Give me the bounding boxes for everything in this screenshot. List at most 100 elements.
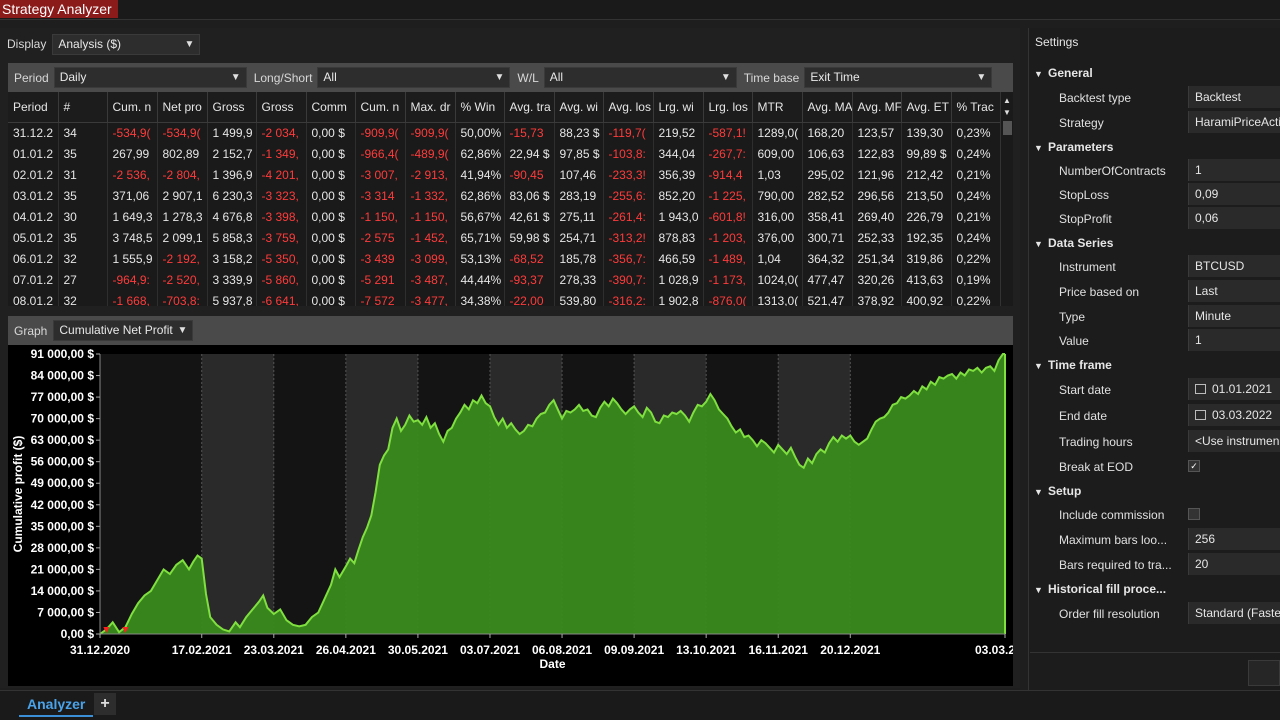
prop-name: Order fill resolution xyxy=(1059,607,1160,621)
prop-value[interactable]: 03.03.2022 xyxy=(1188,404,1280,426)
grid-column-header[interactable]: MTR xyxy=(752,92,803,123)
calendar-icon[interactable] xyxy=(1195,410,1206,420)
grid-column-header[interactable]: % Trac xyxy=(951,92,1001,123)
grid-column-header[interactable]: Avg. ET xyxy=(901,92,952,123)
table-row[interactable]: 04.01.2 30 1 649,3 1 278,3 4 676,8 -3 398, 0,0… xyxy=(8,206,1001,227)
prop-value[interactable]: 0,09 xyxy=(1188,183,1280,205)
prop-backtest-type[interactable]: Backtest type Backtest xyxy=(1030,86,1280,110)
table-row[interactable]: 02.01.2 31 -2 536, -2 804, 1 396,9 -4 201, 0,0… xyxy=(8,164,1001,185)
prop-strategy[interactable]: Strategy HaramiPriceActi xyxy=(1030,111,1280,135)
tab-analyzer[interactable]: Analyzer xyxy=(19,693,94,717)
category-general[interactable]: ▼ General xyxy=(1034,66,1093,86)
prop-value[interactable]: 0,06 xyxy=(1188,207,1280,229)
table-row[interactable]: 03.01.2 35 371,06 2 907,1 6 230,3 -3 323, 0,00… xyxy=(8,185,1001,206)
scroll-down-icon[interactable]: ▼ xyxy=(1003,108,1011,117)
grid-column-header[interactable]: Cum. n xyxy=(107,92,158,123)
period-select[interactable]: Daily ▼ xyxy=(53,67,247,88)
prop-contracts[interactable]: NumberOfContracts 1 xyxy=(1030,159,1280,183)
grid-column-header[interactable]: Lrg. los xyxy=(703,92,753,123)
prop-value[interactable]: Minute xyxy=(1188,305,1280,327)
scroll-thumb[interactable] xyxy=(1003,121,1012,135)
x-tick-label: 09.09.2021 xyxy=(604,643,664,657)
prop-value[interactable]: 01.01.2021 xyxy=(1188,378,1280,400)
prop-price-based[interactable]: Price based on Last xyxy=(1030,280,1280,304)
prop-value[interactable]: Backtest xyxy=(1188,86,1280,108)
prop-value[interactable]: 1 xyxy=(1188,329,1280,351)
prop-type[interactable]: Type Minute xyxy=(1030,305,1280,329)
grid-column-header[interactable]: Gross xyxy=(207,92,257,123)
timebase-select[interactable]: Exit Time ▼ xyxy=(804,67,993,88)
longshort-select[interactable]: All ▼ xyxy=(317,67,511,88)
grid-column-header[interactable]: # xyxy=(58,92,108,123)
grid-column-header[interactable]: Gross xyxy=(256,92,307,123)
grid-column-header[interactable]: Lrg. wi xyxy=(653,92,704,123)
category-data-series[interactable]: ▼ Data Series xyxy=(1034,236,1113,256)
table-cell: 400,92 xyxy=(901,290,952,306)
grid-column-header[interactable]: Period xyxy=(8,92,59,123)
calendar-icon[interactable] xyxy=(1195,384,1206,394)
prop-end-date[interactable]: End date 03.03.2022 xyxy=(1030,404,1280,428)
table-row[interactable]: 06.01.2 32 1 555,9 -2 192, 3 158,2 -5 350, 0,0… xyxy=(8,248,1001,269)
display-select[interactable]: Analysis ($) ▼ xyxy=(52,33,201,55)
prop-stopprofit[interactable]: StopProfit 0,06 xyxy=(1030,207,1280,231)
table-row[interactable]: 08.01.2 32 -1 668, -703,8: 5 937,8 -6 641, 0,0… xyxy=(8,290,1001,306)
table-cell: 107,46 xyxy=(554,164,604,185)
table-cell: 35 xyxy=(58,185,108,206)
prop-value[interactable]: Value 1 xyxy=(1030,329,1280,353)
prop-value[interactable]: 1 xyxy=(1188,159,1280,181)
prop-order-fill[interactable]: Order fill resolution Standard (Faste xyxy=(1030,602,1280,626)
grid-column-header[interactable]: Max. dr xyxy=(405,92,456,123)
grid-column-header[interactable]: Avg. MA xyxy=(802,92,853,123)
add-tab-button[interactable]: + xyxy=(94,693,116,715)
prop-max-bars[interactable]: Maximum bars loo... 256 xyxy=(1030,528,1280,552)
grid-column-header[interactable]: Cum. n xyxy=(355,92,406,123)
prop-value[interactable]: 256 xyxy=(1188,528,1280,550)
grid-column-header[interactable]: Net pro xyxy=(157,92,208,123)
grid-column-header[interactable]: Comm xyxy=(306,92,356,123)
prop-value[interactable]: HaramiPriceActi xyxy=(1188,111,1280,133)
table-row[interactable]: 01.01.2 35 267,99 802,89 2 152,7 -1 349, 0,00 … xyxy=(8,143,1001,164)
display-label: Display xyxy=(7,37,47,51)
table-cell: -1 349, xyxy=(256,143,307,164)
prop-value[interactable]: <Use instrumen xyxy=(1188,430,1280,452)
table-row[interactable]: 07.01.2 27 -964,9: -2 520, 3 339,9 -5 860, 0,0… xyxy=(8,269,1001,290)
category-historical-fill[interactable]: ▼ Historical fill proce... xyxy=(1034,582,1166,602)
grid-column-header[interactable]: % Win xyxy=(455,92,505,123)
table-cell: 88,23 $ xyxy=(554,122,604,143)
table-cell: -390,7: xyxy=(603,269,654,290)
chevron-down-icon: ▼ xyxy=(720,72,731,83)
table-row[interactable]: 31.12.2 34 -534,9(-534,9(1 499,9 -2 034, 0,0… xyxy=(8,122,1001,143)
break-eod-checkbox[interactable]: ✓ xyxy=(1188,460,1200,472)
prop-instrument[interactable]: Instrument BTCUSD xyxy=(1030,255,1280,279)
prop-name: Instrument xyxy=(1059,260,1116,274)
scroll-up-icon[interactable]: ▲ xyxy=(1003,96,1011,105)
prop-start-date[interactable]: Start date 01.01.2021 xyxy=(1030,378,1280,402)
prop-value[interactable]: BTCUSD xyxy=(1188,255,1280,277)
prop-bars-required[interactable]: Bars required to tra... 20 xyxy=(1030,553,1280,577)
prop-value[interactable]: Standard (Faste xyxy=(1188,602,1280,624)
category-setup[interactable]: ▼ Setup xyxy=(1034,484,1081,504)
category-parameters[interactable]: ▼ Parameters xyxy=(1034,140,1113,160)
category-time-frame[interactable]: ▼ Time frame xyxy=(1034,358,1112,378)
table-cell: 22,94 $ xyxy=(504,143,555,164)
prop-value[interactable]: Last xyxy=(1188,280,1280,302)
grid-scrollbar[interactable]: ▲ ▼ xyxy=(1000,92,1013,306)
wl-select[interactable]: All ▼ xyxy=(543,67,737,88)
prop-stoploss[interactable]: StopLoss 0,09 xyxy=(1030,183,1280,207)
prop-trading-hours[interactable]: Trading hours <Use instrumen xyxy=(1030,430,1280,454)
prop-value[interactable]: 20 xyxy=(1188,553,1280,575)
grid-column-header[interactable]: Avg. wi xyxy=(554,92,604,123)
grid-column-header[interactable]: Avg. MF xyxy=(852,92,902,123)
table-cell: 1,03 xyxy=(752,164,803,185)
prop-break-eod[interactable]: Break at EOD ✓ xyxy=(1030,455,1280,479)
include-commission-checkbox[interactable] xyxy=(1188,508,1200,520)
grid-column-header[interactable]: Avg. los xyxy=(603,92,654,123)
table-cell: 34 xyxy=(58,122,108,143)
table-cell: 1 028,9 xyxy=(653,269,704,290)
prop-name: Maximum bars loo... xyxy=(1059,533,1168,547)
grid-column-header[interactable]: Avg. tra xyxy=(504,92,555,123)
graph-select[interactable]: Cumulative Net Profit ▼ xyxy=(53,320,194,341)
settings-action-button[interactable] xyxy=(1248,660,1280,686)
prop-include-commission[interactable]: Include commission xyxy=(1030,503,1280,527)
table-row[interactable]: 05.01.2 35 3 748,5 2 099,1 5 858,3 -3 759, 0,0… xyxy=(8,227,1001,248)
